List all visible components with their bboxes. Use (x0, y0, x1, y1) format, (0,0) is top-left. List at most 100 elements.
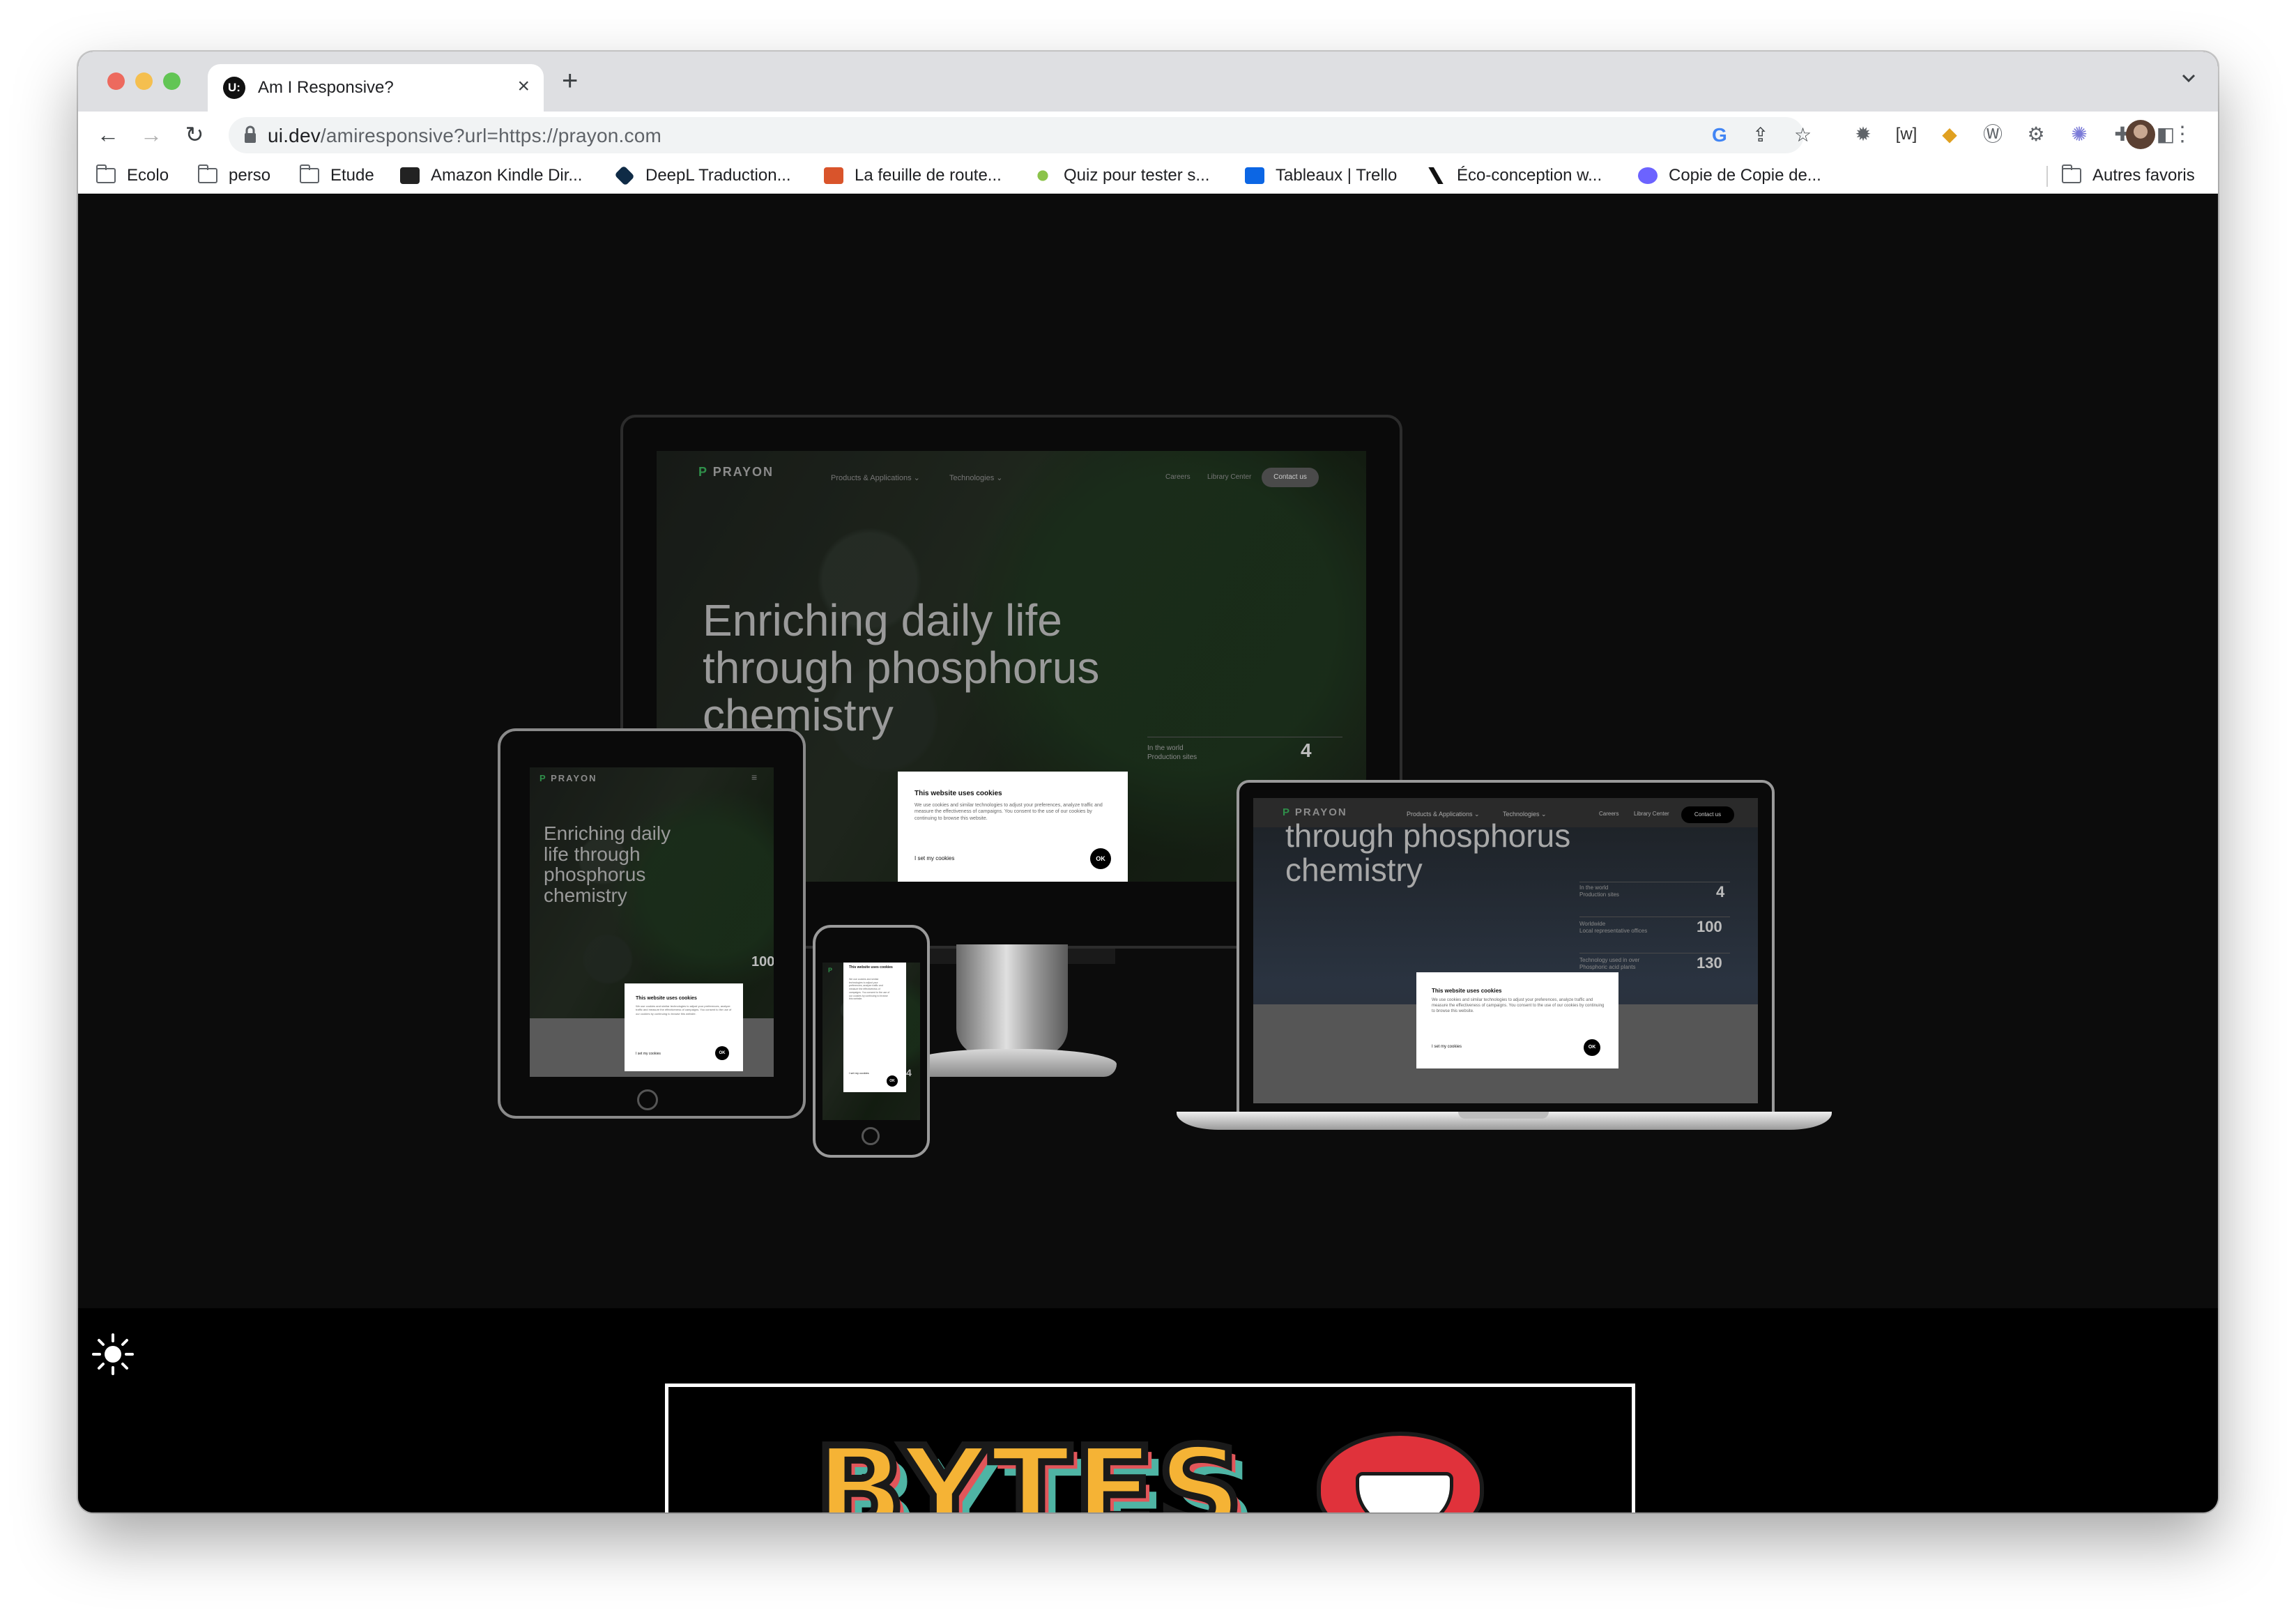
bookmark-amazon[interactable]: Amazon Kindle Dir... (400, 164, 582, 187)
bookmark-roadmap[interactable]: La feuille de route... (824, 164, 1002, 187)
folder-icon (2062, 164, 2081, 183)
laptop-device: P PRAYON Products & Applications ⌄ Techn… (1158, 780, 1862, 1156)
avatar[interactable] (2126, 120, 2155, 149)
extension-settings-icon[interactable]: ✺ (2066, 121, 2092, 148)
hero-heading: through phosphorus chemistry (1285, 818, 1571, 888)
nav-careers: Careers (1165, 473, 1191, 481)
bytes-logo-text: BYTES (811, 1422, 1246, 1512)
toolbar: ← → ↻ ui.dev/amiresponsive?url=https://p… (78, 112, 2218, 158)
bookmark-trello[interactable]: Tableaux | Trello (1245, 164, 1397, 187)
bookmark-copy[interactable]: Copie de Copie de... (1638, 164, 1821, 187)
bookmark-label: Quiz pour tester s... (1064, 166, 1210, 185)
forward-icon[interactable]: → (137, 120, 166, 149)
lock-icon (245, 125, 256, 143)
cookie-body: We use cookies and similar technologies … (914, 803, 1103, 821)
contact-button: Contact us (1681, 806, 1734, 823)
extension-gear-icon[interactable]: ✹ (1850, 121, 1876, 148)
share-icon[interactable]: ⇪ (1752, 124, 1768, 146)
cookie-ok-button: OK (1584, 1039, 1600, 1056)
stat-label: In the world Production sites (1579, 884, 1619, 898)
phone-device: P 4 This website uses cookies We use coo… (813, 925, 930, 1158)
extension-color-icon[interactable]: ◆ (1936, 121, 1963, 148)
cookie-ok-button: OK (887, 1075, 898, 1087)
extension-cog-icon[interactable]: ⚙ (2023, 121, 2049, 148)
bookmark-label: Tableaux | Trello (1276, 166, 1398, 185)
tab-active[interactable]: U: Am I Responsive? × (208, 64, 544, 112)
bookmark-label: Éco-conception w... (1457, 166, 1602, 185)
extension-wordpress-icon[interactable]: Ⓦ (1980, 121, 2006, 148)
trello-icon (1245, 167, 1264, 184)
bookmark-other-folder[interactable]: Autres favoris (2062, 164, 2195, 187)
tab-strip: U: Am I Responsive? × + (78, 52, 2218, 112)
stat-label: In the world Production sites (1147, 744, 1197, 761)
bookmark-label: Amazon Kindle Dir... (431, 166, 583, 185)
bookmark-eco-conception[interactable]: Éco-conception w... (1426, 164, 1602, 187)
new-tab-icon[interactable]: + (562, 66, 578, 96)
cookie-dialog: This website uses cookies We use cookies… (625, 983, 743, 1071)
reload-icon[interactable]: ↻ (180, 120, 209, 149)
stat-value: 100 (751, 954, 774, 970)
tablet-screen: P PRAYON ≡ Enriching daily life through … (530, 767, 774, 1077)
cookie-dialog: This website uses cookies We use cookies… (898, 772, 1128, 882)
address-bar[interactable]: ui.dev/amiresponsive?url=https://prayon.… (229, 117, 1812, 153)
url-text: ui.dev/amiresponsive?url=https://prayon.… (268, 125, 661, 147)
cookie-title: This website uses cookies (849, 965, 893, 970)
stat-value: 130 (1697, 954, 1722, 972)
laptop-screen: P PRAYON Products & Applications ⌄ Techn… (1253, 798, 1758, 1103)
eco-icon (1426, 167, 1446, 184)
bytes-newsletter-banner[interactable]: BYTES (665, 1384, 1635, 1512)
google-icon[interactable]: G (1712, 124, 1727, 146)
bookmark-label: perso (229, 166, 271, 185)
zoom-window-button[interactable] (163, 72, 181, 90)
bookmark-deepl[interactable]: DeepL Traduction... (614, 164, 791, 187)
stat-label: Worldwide Local representative offices (1579, 921, 1648, 935)
cookie-settings-link: I set my cookies (1432, 1045, 1462, 1049)
cookie-dialog: This website uses cookies We use cookies… (843, 963, 906, 1092)
stat-value: 4 (1301, 739, 1312, 761)
nav-careers: Careers (1599, 811, 1619, 817)
url-path: /amiresponsive?url=https://prayon.com (320, 125, 661, 146)
folder-icon (198, 164, 217, 183)
tab-title: Am I Responsive? (258, 78, 394, 97)
bookmark-label: La feuille de route... (855, 166, 1002, 185)
bookmark-folder-ecolo[interactable]: Ecolo (96, 164, 169, 187)
copy-icon (1638, 167, 1658, 184)
menu-icon[interactable]: ⋮ (2172, 121, 2193, 148)
url-host: ui.dev (268, 125, 321, 146)
bookmark-label: Copie de Copie de... (1669, 166, 1821, 185)
close-window-button[interactable] (107, 72, 125, 90)
cookie-body: We use cookies and similar technologies … (849, 978, 890, 1001)
bookmark-folder-etude[interactable]: Etude (300, 164, 374, 187)
extension-wappalyzer-icon[interactable]: [w] (1893, 121, 1920, 148)
bookmark-label: Autres favoris (2092, 166, 2195, 185)
browser-window: U: Am I Responsive? × + ← → ↻ ui.dev/ami… (78, 52, 2218, 1512)
hero-heading: Enriching daily life through phosphorus … (544, 822, 671, 907)
stat-value: 100 (1697, 918, 1722, 935)
hero-heading: Enriching daily life through phosphorus … (703, 595, 1100, 740)
deepl-icon (614, 165, 635, 186)
back-icon[interactable]: ← (93, 120, 123, 149)
bookmarks-bar: Ecolo perso Etude Amazon Kindle Dir... D… (78, 158, 2218, 194)
site-favicon-icon: U: (223, 77, 245, 99)
contact-button: Contact us (1262, 468, 1319, 487)
nav-technologies: Technologies ⌄ (949, 474, 1003, 482)
cookie-settings-link: I set my cookies (636, 1052, 661, 1056)
hamburger-icon: ≡ (751, 772, 758, 783)
cookie-settings-link: I set my cookies (914, 855, 955, 861)
bookmark-label: Ecolo (127, 166, 169, 185)
page-content: P PRAYON Products & Applications ⌄ Techn… (78, 194, 2218, 1512)
tablet-device: P PRAYON ≡ Enriching daily life through … (498, 728, 806, 1119)
cookie-title: This website uses cookies (914, 790, 1002, 797)
chevron-down-icon[interactable] (2179, 68, 2198, 88)
bookmark-folder-perso[interactable]: perso (198, 164, 270, 187)
cookie-body: We use cookies and similar technologies … (1432, 998, 1605, 1014)
prayon-logo: P (828, 967, 834, 974)
prayon-logo: P PRAYON (1283, 806, 1347, 818)
bookmark-quiz[interactable]: Quiz pour tester s... (1033, 164, 1209, 187)
folder-icon (96, 164, 116, 183)
device-preview-stage: P PRAYON Products & Applications ⌄ Techn… (78, 194, 2218, 1308)
close-tab-icon[interactable]: × (517, 74, 530, 99)
minimize-window-button[interactable] (135, 72, 153, 90)
sun-icon[interactable] (91, 1332, 135, 1377)
star-icon[interactable]: ☆ (1794, 124, 1812, 146)
